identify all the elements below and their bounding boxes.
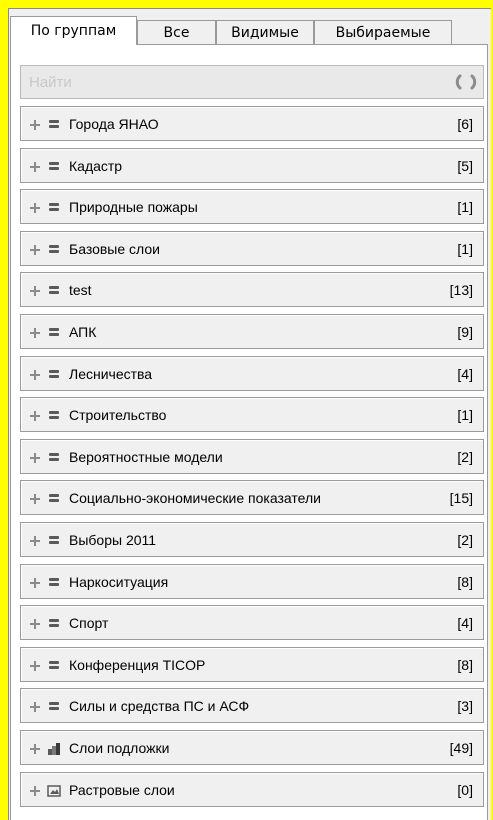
layers-icon [47,617,61,629]
layers-icon [47,659,61,671]
group-label: АПК [69,324,97,340]
expand-icon[interactable] [29,534,41,546]
group-row[interactable]: Природные пожары [1] [20,189,484,225]
group-label: Выборы 2011 [69,532,157,548]
layers-icon [47,451,61,463]
group-count: [6] [457,116,473,132]
group-row[interactable]: Конференция TICOP [8] [20,646,484,682]
group-label: Спорт [69,615,109,632]
tab-by-groups[interactable]: По группам [10,16,137,45]
expand-icon[interactable] [29,368,41,380]
group-count: [15] [449,490,473,507]
group-row[interactable]: Вероятностные модели [2] [20,438,484,474]
group-row[interactable]: Лесничества [4] [20,355,484,391]
group-count: [2] [457,532,473,548]
expand-icon[interactable] [29,784,41,796]
group-count: [13] [449,282,473,299]
group-count: [1] [457,407,473,424]
group-row[interactable]: Выборы 2011 [2] [20,522,484,557]
expand-icon[interactable] [29,576,41,588]
expand-icon[interactable] [29,409,41,422]
group-count: [49] [449,740,473,756]
tab-all[interactable]: Все [137,20,216,44]
expand-icon[interactable] [29,118,41,130]
group-count: [8] [457,573,473,590]
basemap-icon [47,742,61,755]
expand-icon[interactable] [29,659,41,671]
group-row[interactable]: Социально-экономические показатели [15] [20,480,484,516]
group-label: Наркоситуация [69,573,169,590]
tab-visible[interactable]: Видимые [216,20,314,44]
layers-icon [47,243,61,255]
expand-icon[interactable] [29,617,41,630]
expand-icon[interactable] [29,201,41,214]
group-label: Растровые слои [69,781,175,798]
group-label: Силы и средства ПС и АСФ [69,698,250,715]
group-row[interactable]: Слои подложки [49] [20,730,484,765]
group-row[interactable]: Спорт [4] [20,605,484,641]
group-row[interactable]: Города ЯНАО [6] [20,106,484,141]
layers-icon [47,368,61,380]
expand-icon[interactable] [29,492,41,505]
layers-icon [47,409,61,421]
group-row[interactable]: Растровые слои [0] [20,771,484,807]
search-input[interactable] [29,68,429,96]
group-label: Конференция TICOP [69,656,206,673]
refresh-icon[interactable] [455,71,477,93]
group-count: [0] [457,781,473,798]
group-row[interactable]: Базовые слои [1] [20,230,484,266]
group-row[interactable]: АПК [9] [20,314,484,349]
expand-icon[interactable] [29,742,41,754]
group-label: Строительство [69,407,167,424]
group-label: Базовые слои [69,240,160,257]
layers-icon [47,576,61,588]
layers-icon [47,118,61,130]
group-count: [9] [457,324,473,340]
search-box [20,65,484,99]
group-label: test [69,282,92,299]
group-row[interactable]: Наркоситуация [8] [20,563,484,599]
layers-icon [47,492,61,504]
group-count: [2] [457,448,473,465]
expand-icon[interactable] [29,700,41,713]
expand-icon[interactable] [29,451,41,463]
expand-icon[interactable] [29,243,41,255]
group-label: Вероятностные модели [69,448,223,465]
group-label: Города ЯНАО [69,116,159,132]
group-label: Слои подложки [69,740,170,756]
layers-icon [47,160,61,172]
group-count: [5] [457,157,473,174]
expand-icon[interactable] [29,160,41,172]
group-row[interactable]: Силы и средства ПС и АСФ [3] [20,688,484,724]
group-count: [4] [457,615,473,632]
layers-icon [47,700,61,712]
group-label: Кадастр [69,157,123,174]
group-label: Социально-экономические показатели [69,490,321,507]
expand-icon[interactable] [29,326,41,338]
group-count: [1] [457,199,473,216]
raster-icon [47,784,61,797]
tab-selectable[interactable]: Выбираемые [314,20,452,44]
group-row[interactable]: test [13] [20,272,484,308]
layers-icon [47,284,61,296]
group-label: Природные пожары [69,199,198,216]
expand-icon[interactable] [29,284,41,297]
layers-icon [47,201,61,213]
layers-icon [47,326,61,338]
group-row[interactable]: Кадастр [5] [20,147,484,183]
layers-icon [47,534,61,546]
group-count: [1] [457,240,473,257]
group-count: [3] [457,698,473,715]
group-count: [4] [457,365,473,382]
group-row[interactable]: Строительство [1] [20,397,484,433]
group-count: [8] [457,656,473,673]
group-label: Лесничества [69,365,153,382]
